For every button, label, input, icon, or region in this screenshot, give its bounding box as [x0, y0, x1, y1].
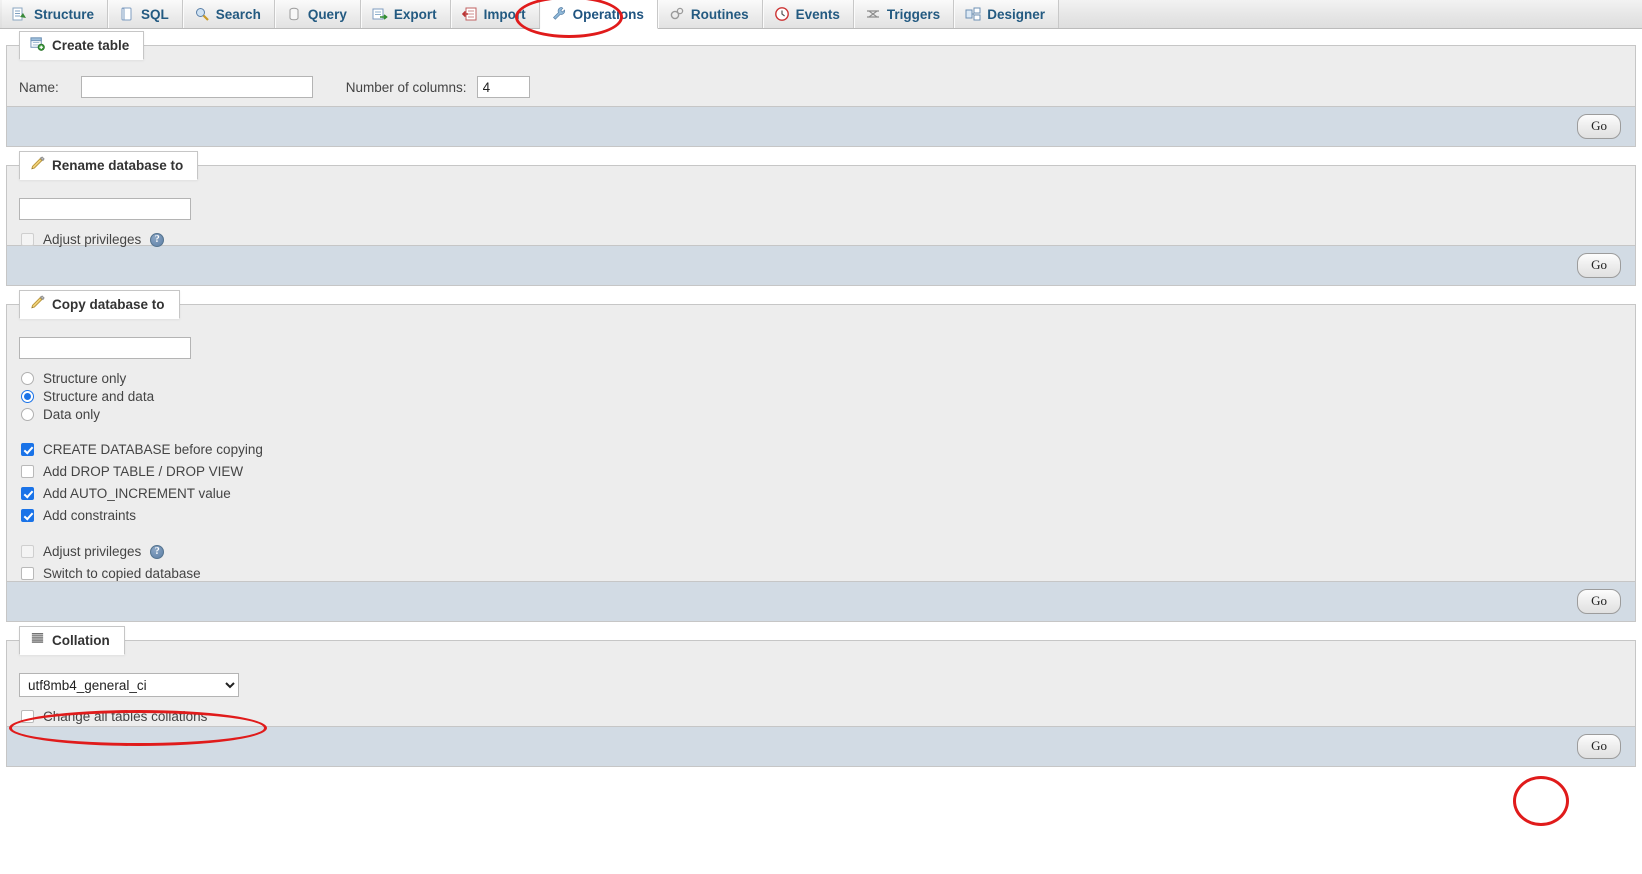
- copy-create-database-checkbox[interactable]: [21, 443, 34, 456]
- tab-label: Search: [215, 6, 261, 22]
- triggers-icon: [865, 6, 881, 22]
- create-table-columns-input[interactable]: [476, 76, 530, 98]
- copy-adjust-privileges-label: Adjust privileges: [43, 544, 142, 559]
- annotation-ellipse-collation-go: [1513, 776, 1569, 826]
- copy-adjust-privileges-checkbox[interactable]: [21, 545, 34, 558]
- tab-structure[interactable]: Structure: [2, 0, 109, 28]
- copy-option-data-only-radio[interactable]: [21, 408, 34, 421]
- copy-database-input[interactable]: [19, 337, 191, 359]
- wrench-icon: [551, 6, 567, 22]
- designer-icon: [965, 6, 981, 22]
- collation-go-button[interactable]: Go: [1577, 734, 1621, 759]
- tab-label: Export: [393, 6, 437, 22]
- tab-label: Events: [795, 6, 840, 22]
- change-all-collations-checkbox[interactable]: [21, 710, 34, 723]
- rename-adjust-privileges-label: Adjust privileges: [43, 232, 142, 247]
- tab-triggers[interactable]: Triggers: [853, 0, 955, 28]
- collation-select[interactable]: utf8mb4_general_ci: [19, 673, 239, 697]
- routines-icon: [669, 6, 685, 22]
- list-icon: [30, 631, 45, 649]
- tab-import[interactable]: Import: [450, 0, 540, 28]
- rename-adjust-privileges-checkbox[interactable]: [21, 233, 34, 246]
- copy-option-structure-only-radio[interactable]: [21, 372, 34, 385]
- structure-icon: [12, 6, 28, 22]
- tab-sql[interactable]: SQL: [108, 0, 183, 28]
- help-icon[interactable]: ?: [150, 544, 165, 559]
- copy-add-constraints-checkbox[interactable]: [21, 509, 34, 522]
- search-icon: [194, 6, 210, 22]
- export-icon: [372, 6, 388, 22]
- tab-label: Import: [483, 6, 526, 22]
- create-table-section: Create table Name: Number of columns:: [6, 31, 1636, 107]
- clock-icon: [774, 6, 790, 22]
- collation-footer: Go: [6, 727, 1636, 767]
- create-table-columns-label: Number of columns:: [345, 79, 467, 95]
- operations-content: Create table Name: Number of columns: Go: [0, 29, 1642, 767]
- sql-icon: [119, 6, 135, 22]
- import-icon: [461, 6, 478, 22]
- tab-operations[interactable]: Operations: [539, 0, 658, 29]
- copy-database-section: Copy database to Structure only Structur…: [6, 290, 1636, 582]
- tab-label: SQL: [141, 6, 169, 22]
- copy-checkbox-label: Add AUTO_INCREMENT value: [43, 486, 231, 501]
- tab-search[interactable]: Search: [182, 0, 275, 28]
- tab-label: Structure: [34, 6, 95, 22]
- rename-database-legend: Rename database to: [19, 151, 199, 180]
- copy-database-legend: Copy database to: [19, 290, 180, 319]
- copy-option-label: Structure only: [43, 371, 127, 386]
- rename-database-input[interactable]: [19, 198, 191, 220]
- copy-option-structure-and-data-radio[interactable]: [21, 390, 34, 403]
- pencil-icon: [30, 295, 45, 313]
- copy-option-label: Structure and data: [43, 389, 155, 404]
- copy-database-go-button[interactable]: Go: [1577, 589, 1621, 614]
- create-table-name-label: Name:: [19, 79, 59, 95]
- query-icon: [286, 6, 302, 22]
- new-table-icon: [30, 36, 45, 54]
- copy-switch-database-checkbox[interactable]: [21, 567, 34, 580]
- tab-export[interactable]: Export: [360, 0, 451, 28]
- copy-checkbox-label: Add constraints: [43, 508, 137, 523]
- create-table-name-input[interactable]: [80, 76, 313, 98]
- legend-label: Create table: [52, 37, 130, 53]
- rename-database-go-button[interactable]: Go: [1577, 253, 1621, 278]
- create-table-go-button[interactable]: Go: [1577, 114, 1621, 139]
- tab-events[interactable]: Events: [762, 0, 854, 28]
- legend-label: Copy database to: [52, 296, 165, 312]
- create-table-legend: Create table: [19, 31, 145, 60]
- tab-label: Routines: [690, 6, 749, 22]
- rename-database-section: Rename database to Adjust privileges ?: [6, 151, 1636, 247]
- help-icon[interactable]: ?: [150, 232, 165, 247]
- copy-switch-database-label: Switch to copied database: [43, 566, 201, 581]
- tab-label: Operations: [572, 6, 644, 22]
- tab-label: Triggers: [886, 6, 941, 22]
- collation-section: Collation utf8mb4_general_ci Change all …: [6, 626, 1636, 727]
- legend-label: Collation: [52, 632, 110, 648]
- phpmyadmin-operations-page: Structure SQL Search Query Export Import…: [0, 0, 1642, 874]
- tab-query[interactable]: Query: [274, 0, 361, 28]
- legend-label: Rename database to: [52, 157, 184, 173]
- collation-legend: Collation: [19, 626, 125, 655]
- copy-checkbox-label: CREATE DATABASE before copying: [43, 442, 263, 457]
- tab-designer[interactable]: Designer: [954, 0, 1059, 28]
- main-tab-bar: Structure SQL Search Query Export Import…: [0, 0, 1642, 29]
- copy-add-drop-table-checkbox[interactable]: [21, 465, 34, 478]
- pencil-icon: [30, 156, 45, 174]
- copy-checkbox-label: Add DROP TABLE / DROP VIEW: [43, 464, 244, 479]
- tab-label: Query: [307, 6, 347, 22]
- rename-database-footer: Go: [6, 246, 1636, 286]
- tab-label: Designer: [987, 6, 1045, 22]
- copy-option-label: Data only: [43, 407, 101, 422]
- copy-database-footer: Go: [6, 582, 1636, 622]
- create-table-footer: Go: [6, 107, 1636, 147]
- change-all-collations-label: Change all tables collations: [43, 709, 208, 724]
- copy-add-auto-increment-checkbox[interactable]: [21, 487, 34, 500]
- tab-routines[interactable]: Routines: [657, 0, 763, 28]
